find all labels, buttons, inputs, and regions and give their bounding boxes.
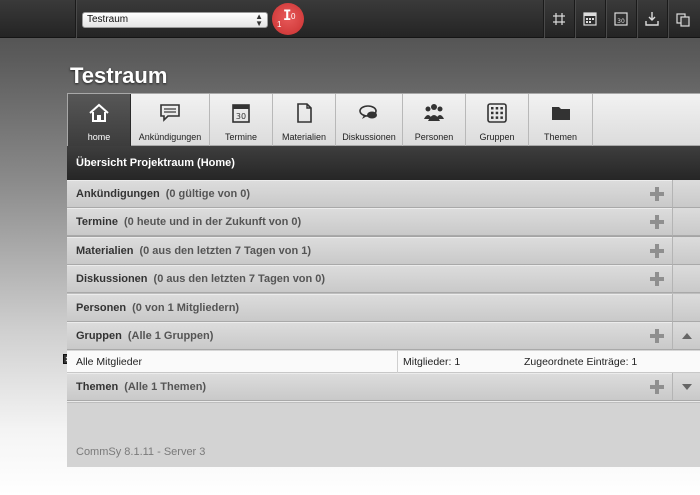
room-select-value: Testraum xyxy=(87,14,129,25)
announcement-icon xyxy=(160,104,180,122)
cursor-indicator: I 1 0 xyxy=(272,3,304,35)
cursor-right-digit: 0 xyxy=(291,12,296,21)
document-icon xyxy=(297,103,312,123)
divider xyxy=(636,0,637,38)
tab-label: Themen xyxy=(543,132,578,142)
side-cell xyxy=(672,294,700,322)
svg-text:30: 30 xyxy=(236,112,246,121)
divider xyxy=(574,0,575,38)
section-name: Themen xyxy=(76,381,119,393)
tab-appointments[interactable]: 30 Termine xyxy=(210,94,273,146)
plus-icon[interactable] xyxy=(650,272,664,286)
section-announcements[interactable]: Ankündigungen (0 gültige von 0) xyxy=(67,180,672,208)
expand-toggle[interactable] xyxy=(672,373,700,401)
plus-icon[interactable] xyxy=(650,187,664,201)
tab-materials[interactable]: Materialien xyxy=(273,94,336,146)
overview-header: Übersicht Projektraum (Home) xyxy=(67,146,700,180)
plus-icon[interactable] xyxy=(650,244,664,258)
section-name: Gruppen xyxy=(76,330,122,342)
section-topics[interactable]: Themen (Alle 1 Themen) xyxy=(67,373,672,401)
divider xyxy=(75,0,76,38)
tab-label: Materialien xyxy=(281,132,327,142)
tab-announcements[interactable]: Ankündigungen xyxy=(131,94,210,146)
cursor-left-digit: 1 xyxy=(277,20,282,29)
grid-icon[interactable] xyxy=(549,9,569,29)
section-appointments[interactable]: Termine (0 heute und in der Zukunft von 0… xyxy=(67,208,672,236)
download-icon[interactable] xyxy=(642,9,662,29)
side-cell xyxy=(672,180,700,208)
section-name: Materialien xyxy=(76,245,134,257)
section-info: (Alle 1 Gruppen) xyxy=(127,330,214,342)
tab-discussions[interactable]: Diskussionen xyxy=(336,94,403,146)
groups-icon xyxy=(487,103,507,123)
calendar-list-icon[interactable] xyxy=(580,9,600,29)
section-info: (0 gültige von 0) xyxy=(165,188,251,200)
section-info: (0 aus den letzten 7 Tagen von 1) xyxy=(139,245,312,257)
svg-text:30: 30 xyxy=(617,18,625,25)
expand-arrow-icon xyxy=(682,384,692,390)
section-info: (0 heute und in der Zukunft von 0) xyxy=(123,216,302,228)
section-discussions[interactable]: Diskussionen (0 aus den letzten 7 Tagen v… xyxy=(67,265,672,293)
side-cell xyxy=(672,237,700,265)
list-item[interactable]: Alle Mitglieder Mitglieder: 1 Zugeordnet… xyxy=(67,351,700,373)
home-icon xyxy=(89,103,109,122)
section-info: (Alle 1 Themen) xyxy=(124,381,207,393)
plus-icon[interactable] xyxy=(650,380,664,394)
section-info: (0 von 1 Mitgliedern) xyxy=(132,302,240,314)
discussion-icon xyxy=(359,105,377,119)
section-name: Diskussionen xyxy=(76,273,148,285)
collapse-toggle[interactable] xyxy=(672,322,700,350)
calendar-icon: 30 xyxy=(232,104,250,123)
folder-icon xyxy=(551,107,570,120)
collapse-arrow-icon xyxy=(682,333,692,339)
divider xyxy=(543,0,544,38)
section-materials[interactable]: Materialien (0 aus den letzten 7 Tagen vo… xyxy=(67,237,672,265)
section-name: Termine xyxy=(76,216,118,228)
group-entries: Zugeordnete Einträge: 1 xyxy=(524,356,638,368)
footer: CommSy 8.1.11 - Server 3 xyxy=(67,402,700,467)
version-text: CommSy 8.1.11 - Server 3 xyxy=(76,446,206,458)
plus-icon[interactable] xyxy=(650,215,664,229)
tab-home[interactable]: home xyxy=(68,94,131,146)
calendar-30-icon[interactable]: 30 xyxy=(611,9,631,29)
select-arrows-icon: ▲ ▼ xyxy=(255,12,263,28)
tab-label: Termine xyxy=(224,132,257,142)
divider xyxy=(667,0,668,38)
page-title: Testraum xyxy=(70,63,168,88)
tab-label: home xyxy=(87,132,111,142)
group-name[interactable]: Alle Mitglieder xyxy=(76,356,142,368)
section-info: (0 aus den letzten 7 Tagen von 0) xyxy=(153,273,326,285)
side-cell xyxy=(672,208,700,236)
group-members: Mitglieder: 1 xyxy=(403,356,461,368)
room-select[interactable]: Testraum ▲ ▼ xyxy=(82,12,268,28)
section-groups[interactable]: Gruppen (Alle 1 Gruppen) xyxy=(67,322,672,350)
section-name: Personen xyxy=(76,302,127,314)
section-name: Ankündigungen xyxy=(76,188,160,200)
tab-label: Diskussionen xyxy=(342,132,396,142)
people-icon xyxy=(424,104,444,121)
copy-icon[interactable] xyxy=(673,9,693,29)
tab-topics[interactable]: Themen xyxy=(529,94,593,146)
main-tabs: home Ankündigungen 30 Termine Materialie… xyxy=(67,93,700,146)
side-cell xyxy=(672,265,700,293)
plus-icon[interactable] xyxy=(650,329,664,343)
section-people[interactable]: Personen (0 von 1 Mitgliedern) xyxy=(67,294,672,322)
top-bar: Testraum ▲ ▼ I 1 0 30 xyxy=(0,0,700,38)
tab-people[interactable]: Personen xyxy=(403,94,466,146)
tab-label: Personen xyxy=(414,132,454,142)
tab-label: Gruppen xyxy=(479,132,515,142)
tab-groups[interactable]: Gruppen xyxy=(466,94,529,146)
tab-label: Ankündigungen xyxy=(138,132,202,142)
divider xyxy=(605,0,606,38)
divider xyxy=(397,351,398,373)
